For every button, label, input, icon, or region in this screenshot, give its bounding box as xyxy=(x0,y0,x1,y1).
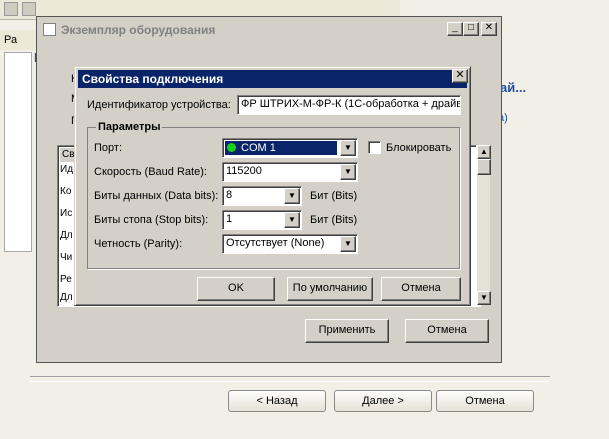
minimize-icon[interactable]: _ xyxy=(447,22,463,36)
default-button[interactable]: По умолчанию xyxy=(287,277,373,301)
data-bits-value: 8 xyxy=(226,189,233,201)
background-divider xyxy=(30,376,550,382)
back-button[interactable]: < Назад xyxy=(228,390,326,412)
stop-bits-select[interactable]: 1 ▼ xyxy=(222,210,302,230)
port-value-text: COM 1 xyxy=(241,142,276,154)
baud-rate-value: 115200 xyxy=(226,165,262,177)
next-button[interactable]: Далее > xyxy=(334,390,432,412)
stop-bits-unit: Бит (Bits) xyxy=(310,214,358,226)
chevron-down-icon[interactable]: ▼ xyxy=(284,212,300,228)
stop-bits-value: 1 xyxy=(226,213,233,225)
table-row[interactable]: Дл xyxy=(60,292,73,303)
port-label: Порт: xyxy=(94,142,122,154)
lock-label: Блокировать xyxy=(386,142,452,154)
port-selected-value: COM 1 xyxy=(225,141,337,155)
dialog-close-icon[interactable]: ✕ xyxy=(452,69,468,83)
dialog-cancel-button[interactable]: Отмена xyxy=(381,277,461,301)
data-bits-label: Биты данных (Data bits): xyxy=(94,190,219,202)
lock-checkbox[interactable] xyxy=(368,141,381,154)
equipment-cancel-button[interactable]: Отмена xyxy=(405,319,489,343)
parameters-group-title: Параметры xyxy=(96,120,163,134)
chevron-down-icon[interactable]: ▼ xyxy=(340,140,356,156)
baud-rate-select[interactable]: 115200 ▼ xyxy=(222,162,358,182)
table-row[interactable]: Дл xyxy=(60,230,73,241)
chevron-down-icon[interactable]: ▼ xyxy=(340,164,356,180)
close-icon[interactable]: ✕ xyxy=(481,22,497,36)
parameters-group: Параметры Порт: COM 1 ▼ Блокировать Скор… xyxy=(87,120,460,269)
dialog-title: Свойства подключения xyxy=(78,70,467,88)
background-label-ra: Ра xyxy=(4,34,18,46)
background-label-dots: ай... xyxy=(500,80,527,95)
parity-select[interactable]: Отсутствует (None) ▼ xyxy=(222,234,358,254)
table-row[interactable]: Ко xyxy=(60,186,71,197)
parity-value: Отсутствует (None) xyxy=(226,237,325,249)
apply-button[interactable]: Применить xyxy=(305,319,389,343)
port-select[interactable]: COM 1 ▼ xyxy=(222,138,358,158)
equipment-window-title: Экземпляр оборудования xyxy=(39,19,499,41)
background-list[interactable] xyxy=(4,52,32,252)
port-status-indicator-icon xyxy=(227,143,236,152)
maximize-icon[interactable]: □ xyxy=(463,22,479,36)
equipment-window-title-text: Экземпляр оборудования xyxy=(61,23,216,37)
table-scrollbar[interactable]: ▲ ▼ xyxy=(476,145,491,305)
ok-button[interactable]: OK xyxy=(197,277,275,301)
parity-label: Четность (Parity): xyxy=(94,238,183,250)
scroll-up-icon[interactable]: ▲ xyxy=(477,145,491,159)
stop-bits-label: Биты стопа (Stop bits): xyxy=(94,214,209,226)
chevron-down-icon[interactable]: ▼ xyxy=(284,188,300,204)
chevron-down-icon[interactable]: ▼ xyxy=(340,236,356,252)
baud-rate-label: Скорость (Baud Rate): xyxy=(94,166,207,178)
table-row[interactable]: Ис xyxy=(60,208,72,219)
filter-icon[interactable] xyxy=(22,2,36,16)
scroll-thumb[interactable] xyxy=(477,159,491,175)
data-bits-select[interactable]: 8 ▼ xyxy=(222,186,302,206)
device-id-field[interactable]: ФР ШТРИХ-М-ФР-К (1С-обработка + драйв xyxy=(237,95,461,115)
window-icon xyxy=(43,23,56,36)
table-row[interactable]: Ре xyxy=(60,274,72,285)
toolbar-icon[interactable] xyxy=(4,2,18,16)
device-id-label: Идентификатор устройства: xyxy=(87,99,231,111)
table-row[interactable]: Чи xyxy=(60,252,72,263)
table-row[interactable]: Ид xyxy=(60,164,73,175)
scroll-down-icon[interactable]: ▼ xyxy=(477,291,491,305)
connection-properties-dialog: Свойства подключения ✕ Идентификатор уст… xyxy=(74,66,471,306)
wizard-cancel-button[interactable]: Отмена xyxy=(436,390,534,412)
data-bits-unit: Бит (Bits) xyxy=(310,190,358,202)
